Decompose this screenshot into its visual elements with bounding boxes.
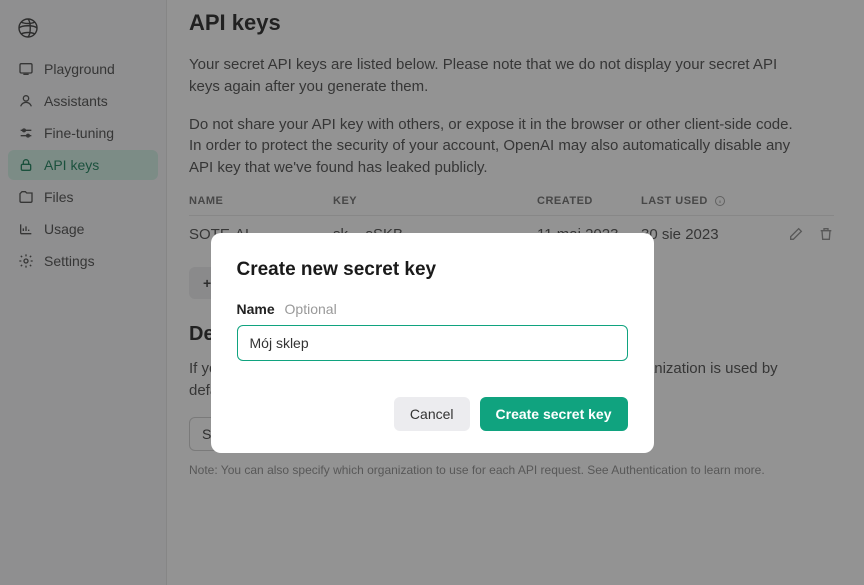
create-secret-key-button[interactable]: Create secret key	[480, 397, 628, 431]
modal-overlay[interactable]: Create new secret key Name Optional Canc…	[0, 0, 864, 585]
secret-key-name-input[interactable]	[237, 325, 628, 361]
cancel-button[interactable]: Cancel	[394, 397, 470, 431]
modal-title: Create new secret key	[237, 259, 628, 281]
name-field-label-row: Name Optional	[237, 301, 628, 317]
name-label: Name	[237, 301, 275, 317]
name-optional-hint: Optional	[285, 301, 337, 317]
create-secret-key-modal: Create new secret key Name Optional Canc…	[211, 233, 654, 453]
